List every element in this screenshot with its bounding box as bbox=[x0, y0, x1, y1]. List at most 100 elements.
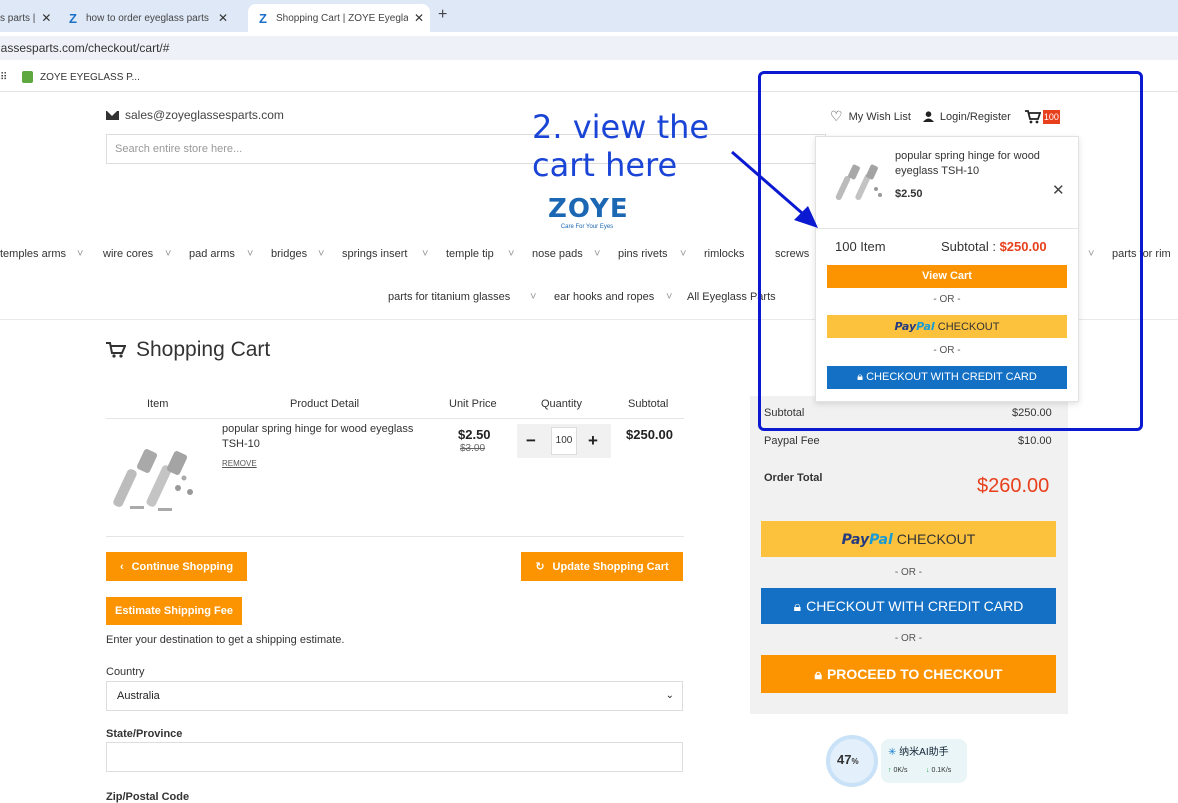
top-links: ♡ My Wish List Login/Register 100 bbox=[830, 108, 1060, 125]
mini-cart-dropdown: popular spring hinge for wood eyeglass T… bbox=[815, 136, 1079, 402]
increase-button[interactable]: + bbox=[579, 431, 607, 451]
remove-link[interactable]: REMOVE bbox=[222, 459, 257, 468]
cart-icon[interactable] bbox=[1024, 109, 1041, 124]
original-price: $3.00 bbox=[460, 443, 486, 454]
mini-credit-card-button[interactable]: 🔒︎ CHECKOUT WITH CREDIT CARD bbox=[827, 366, 1067, 389]
search-input[interactable]: Search entire store here... bbox=[106, 134, 826, 164]
paypal-fee-value: $10.00 bbox=[1018, 435, 1052, 447]
chevron-left-icon: ‹ bbox=[119, 560, 124, 573]
close-icon[interactable]: ✕ bbox=[218, 11, 228, 25]
nav-item[interactable]: pins rivets bbox=[618, 248, 668, 260]
close-icon[interactable]: ✕ bbox=[414, 11, 424, 25]
nav-item[interactable]: bridges bbox=[271, 248, 307, 260]
nav-item[interactable]: pad arms bbox=[189, 248, 235, 260]
state-input[interactable] bbox=[106, 742, 683, 772]
nav-item[interactable]: temple tip bbox=[446, 248, 494, 260]
user-icon bbox=[922, 111, 934, 122]
mini-product-name[interactable]: popular spring hinge for wood eyeglass T… bbox=[895, 149, 1055, 179]
credit-card-checkout-button[interactable]: 🔒︎ CHECKOUT WITH CREDIT CARD bbox=[761, 588, 1056, 624]
paypal-checkout-button[interactable]: PayPal CHECKOUT bbox=[761, 521, 1056, 557]
chevron-down-icon: ⌄ bbox=[665, 690, 674, 701]
percent-readout: 47% bbox=[837, 752, 859, 767]
quantity-input[interactable]: 100 bbox=[551, 427, 577, 455]
nav-item[interactable]: rimlocks bbox=[704, 248, 744, 260]
mini-paypal-checkout-button[interactable]: PayPal CHECKOUT bbox=[827, 315, 1067, 338]
estimate-shipping-button[interactable]: Estimate Shipping Fee bbox=[106, 597, 242, 625]
mail-icon bbox=[106, 110, 119, 120]
nav-chevron-icon: ˅ bbox=[530, 291, 537, 303]
url-field[interactable]: lassesparts.com/checkout/cart/# bbox=[0, 36, 1178, 60]
or-separator: - OR - bbox=[933, 345, 961, 356]
zoye-favicon-icon: Z bbox=[69, 10, 77, 26]
view-cart-button[interactable]: View Cart bbox=[827, 265, 1067, 288]
column-header: Subtotal bbox=[628, 398, 669, 410]
nav-item[interactable]: All Eyeglass Parts bbox=[687, 291, 776, 303]
annotation-text: 2. view the cart here bbox=[532, 108, 710, 184]
contact-email[interactable]: sales@zoyeglassesparts.com bbox=[106, 108, 284, 122]
browser-tab[interactable]: Z how to order eyeglass parts | ✕ bbox=[66, 4, 242, 32]
column-header: Item bbox=[147, 398, 169, 410]
wishlist-link[interactable]: My Wish List bbox=[849, 111, 911, 123]
page-title: Shopping Cart bbox=[106, 338, 270, 362]
new-tab-icon[interactable]: + bbox=[438, 6, 447, 24]
nav-chevron-icon: ˅ bbox=[594, 248, 601, 260]
summary-subtotal-label: Subtotal bbox=[764, 407, 805, 419]
mini-item-count: 100 Item bbox=[835, 239, 886, 254]
update-cart-button[interactable]: ↻ Update Shopping Cart bbox=[521, 552, 683, 581]
order-total-label: Order Total bbox=[764, 472, 823, 484]
browser-tab-active[interactable]: Z Shopping Cart | ZOYE Eyegla ✕ bbox=[248, 4, 430, 32]
divider bbox=[106, 536, 684, 537]
annotation-arrow-icon bbox=[731, 150, 818, 228]
mini-subtotal: Subtotal : $250.00 bbox=[941, 239, 1047, 254]
nav-chevron-icon: ˅ bbox=[508, 248, 515, 260]
nav-item[interactable]: parts for rim bbox=[1112, 248, 1171, 260]
nav-item[interactable]: nose pads bbox=[532, 248, 583, 260]
proceed-to-checkout-button[interactable]: 🔒︎ PROCEED TO CHECKOUT bbox=[761, 655, 1056, 693]
nav-chevron-icon: ˅ bbox=[318, 248, 325, 260]
nav-item[interactable]: springs insert bbox=[342, 248, 407, 260]
nano-ai-icon: ✳ bbox=[888, 747, 897, 758]
state-label: State/Province bbox=[106, 728, 183, 740]
nav-item[interactable]: wire cores bbox=[103, 248, 153, 260]
lock-icon: 🔒︎ bbox=[857, 371, 864, 383]
paypal-logo-icon: PayPal bbox=[894, 320, 935, 333]
divider bbox=[106, 418, 684, 419]
nav-chevron-icon: ˅ bbox=[77, 248, 84, 260]
product-name[interactable]: popular spring hinge for wood eyeglass T… bbox=[222, 422, 432, 452]
nav-item[interactable]: ear hooks and ropes bbox=[554, 291, 654, 303]
column-header: Product Detail bbox=[290, 398, 360, 410]
login-link[interactable]: Login/Register bbox=[940, 111, 1011, 123]
apps-icon[interactable]: ⠿ bbox=[0, 72, 7, 83]
close-icon[interactable]: ✕ bbox=[1052, 181, 1065, 199]
nav-item[interactable]: parts for titanium glasses bbox=[388, 291, 510, 303]
close-icon[interactable]: ✕ bbox=[41, 11, 51, 25]
bookmark-item[interactable]: ZOYE EYEGLASS P... bbox=[40, 72, 140, 83]
paypal-logo-icon: PayPal bbox=[841, 531, 893, 548]
column-header: Unit Price bbox=[449, 398, 497, 410]
address-bar: lassesparts.com/checkout/cart/# bbox=[0, 32, 1178, 64]
nav-item[interactable]: temples arms bbox=[0, 248, 66, 260]
nav-chevron-icon: ˅ bbox=[680, 248, 687, 260]
nav-item[interactable]: screws bbox=[775, 248, 809, 260]
mini-product-price: $2.50 bbox=[895, 188, 923, 200]
site-logo[interactable]: ZOYE Care For Your Eyes bbox=[548, 196, 628, 236]
nav-chevron-icon: ˅ bbox=[422, 248, 429, 260]
quantity-stepper: − 100 + bbox=[517, 424, 611, 458]
widget-title: ✳ 纳米AI助手 bbox=[888, 747, 949, 758]
bookmarks-bar: ⠿ ZOYE EYEGLASS P... bbox=[0, 64, 1178, 92]
heart-icon: ♡ bbox=[830, 108, 843, 124]
order-total-value: $260.00 bbox=[977, 475, 1050, 497]
browser-tab-bar: s parts | ✕ Z how to order eyeglass parts… bbox=[0, 0, 1178, 32]
row-subtotal: $250.00 bbox=[626, 427, 673, 442]
continue-shopping-button[interactable]: ‹ Continue Shopping bbox=[106, 552, 247, 581]
or-separator: - OR - bbox=[894, 567, 923, 578]
decrease-button[interactable]: − bbox=[517, 431, 545, 451]
browser-tab[interactable]: s parts | ✕ bbox=[0, 4, 58, 32]
product-image[interactable] bbox=[110, 440, 206, 520]
lock-icon: 🔒︎ bbox=[814, 665, 822, 682]
country-select[interactable]: Australia ⌄ bbox=[106, 681, 683, 711]
column-header: Quantity bbox=[541, 398, 582, 410]
product-thumbnail[interactable] bbox=[834, 161, 886, 207]
assistant-widget[interactable]: 47% ✳ 纳米AI助手 ↑ 0K/s ↓ 0.1K/s bbox=[826, 735, 968, 787]
unit-price: $2.50 bbox=[458, 427, 491, 442]
